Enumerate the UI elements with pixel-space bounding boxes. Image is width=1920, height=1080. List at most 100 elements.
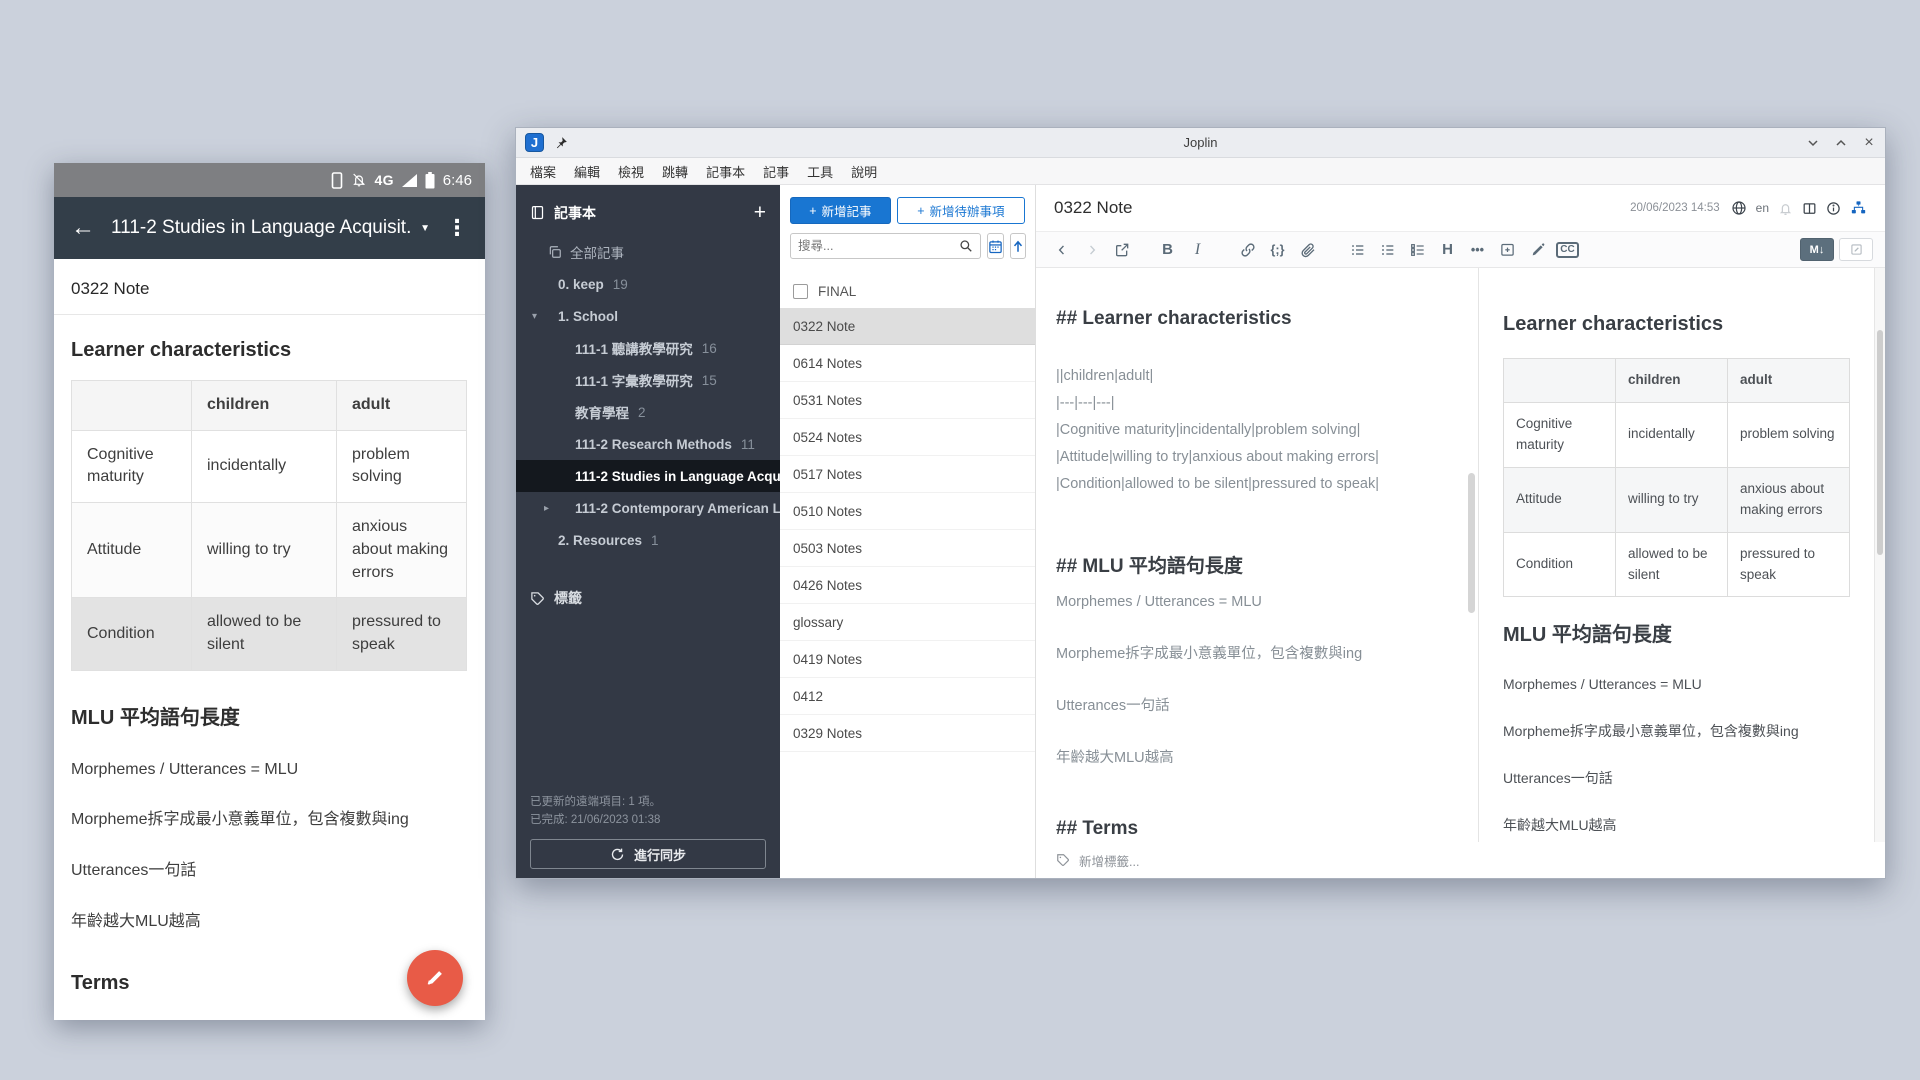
note-list-item[interactable]: glossary (780, 604, 1035, 641)
note-list-item[interactable]: 0517 Notes (780, 456, 1035, 493)
todo-checkbox[interactable] (793, 284, 808, 299)
note-list-item[interactable]: 0426 Notes (780, 567, 1035, 604)
notebook-label: 1. School (558, 309, 618, 324)
table-header-cell: children (1616, 359, 1728, 403)
md-line: |Cognitive maturity|incidentally|problem… (1056, 417, 1454, 444)
menu-view[interactable]: 檢視 (618, 162, 644, 181)
note-list-item-todo[interactable]: FINAL (780, 274, 1035, 308)
new-notebook-button[interactable]: + (754, 202, 766, 223)
note-list-item[interactable]: 0419 Notes (780, 641, 1035, 678)
richtext-editor-toggle[interactable] (1839, 238, 1873, 261)
status-clock: 6:46 (443, 172, 472, 189)
hyperlink-button[interactable] (1234, 237, 1261, 263)
tags-header[interactable]: 標籤 (516, 582, 780, 614)
search-box[interactable] (790, 233, 981, 259)
attach-file-button[interactable] (1294, 237, 1321, 263)
minimize-button[interactable] (1806, 136, 1820, 150)
overflow-menu-icon[interactable]: ⋮ (446, 215, 468, 241)
new-todo-button[interactable]: + 新增待辦事項 (897, 197, 1025, 224)
preview-scrollbar-thumb[interactable] (1877, 330, 1883, 555)
note-count: 2 (638, 405, 646, 420)
toggle-note-date-button[interactable] (987, 233, 1004, 259)
search-input[interactable] (798, 239, 959, 253)
expand-caret-icon[interactable]: ▸ (544, 503, 549, 514)
synchronize-button[interactable]: 進行同步 (530, 839, 766, 869)
edit-note-fab[interactable] (407, 950, 463, 1006)
menu-go[interactable]: 跳轉 (662, 162, 688, 181)
note-list-item[interactable]: 0503 Notes (780, 530, 1035, 567)
sidebar-item-language-acquisition[interactable]: 111-2 Studies in Language Acquis (516, 460, 780, 492)
vibrate-phone-icon (331, 172, 343, 189)
checkbox-list-button[interactable] (1404, 237, 1431, 263)
md-line: Morphemes / Utterances = MLU (1056, 592, 1454, 612)
note-title-input[interactable]: 0322 Note (1054, 198, 1621, 218)
table-cell: allowed to be silent (192, 598, 337, 670)
note-list-item[interactable]: 0322 Note (780, 308, 1035, 345)
menu-note[interactable]: 記事 (763, 162, 789, 181)
note-count: 16 (702, 341, 717, 356)
menu-notebook[interactable]: 記事本 (706, 162, 745, 181)
note-list-item[interactable]: 0524 Notes (780, 419, 1035, 456)
table-cell: problem solving (1728, 402, 1850, 467)
note-list-item[interactable]: 0329 Notes (780, 715, 1035, 752)
italic-button[interactable]: I (1184, 237, 1211, 263)
cc-plugin-button[interactable]: CC (1554, 237, 1581, 263)
note-properties-info-icon[interactable] (1826, 201, 1841, 216)
heading-button[interactable]: H (1434, 237, 1461, 263)
close-button[interactable]: × (1862, 136, 1876, 150)
toggle-layout-icon[interactable] (1802, 201, 1817, 216)
bulleted-list-button[interactable] (1344, 237, 1371, 263)
editor-scrollbar-thumb[interactable] (1468, 473, 1475, 613)
note-list-item[interactable]: 0531 Notes (780, 382, 1035, 419)
menu-tools[interactable]: 工具 (807, 162, 833, 181)
table-row: Condition allowed to be silent pressured… (72, 598, 467, 670)
markdown-editor-toggle[interactable]: M↓ (1800, 238, 1834, 261)
menu-edit[interactable]: 編輯 (574, 162, 600, 181)
note-links-sitemap-icon[interactable] (1850, 200, 1867, 216)
inline-code-button[interactable]: {;} (1264, 237, 1291, 263)
sort-order-button[interactable] (1010, 233, 1026, 259)
bold-button[interactable]: B (1154, 237, 1181, 263)
sidebar-item-keep[interactable]: 0. keep 19 (516, 268, 780, 300)
spellcheck-language-label[interactable]: en (1756, 201, 1769, 215)
notebook-dropdown-caret-icon[interactable]: ▼ (420, 223, 430, 234)
sidebar-item-listening-teaching[interactable]: 111-1 聽講教學研究 16 (516, 332, 780, 364)
insert-datetime-button[interactable] (1494, 237, 1521, 263)
note-title-label: 0524 Notes (793, 430, 862, 445)
menu-help[interactable]: 說明 (851, 162, 877, 181)
note-title-label: 0510 Notes (793, 504, 862, 519)
external-edit-icon[interactable] (1108, 237, 1135, 263)
back-arrow-icon[interactable]: ← (71, 216, 95, 240)
marker-pen-icon[interactable] (1524, 237, 1551, 263)
back-icon[interactable] (1048, 237, 1075, 263)
menu-file[interactable]: 檔案 (530, 162, 556, 181)
markdown-source-editor[interactable]: ## Learner characteristics ||children|ad… (1036, 268, 1479, 842)
sidebar-item-research-methods[interactable]: 111-2 Research Methods 11 (516, 428, 780, 460)
numbered-list-button[interactable] (1374, 237, 1401, 263)
sidebar-item-contemporary-american-lit[interactable]: ▸ 111-2 Contemporary American Lit (516, 492, 780, 524)
sidebar-item-school[interactable]: ▾ 1. School (516, 300, 780, 332)
add-tag-button[interactable]: 新增標籤... (1079, 851, 1139, 870)
maximize-button[interactable] (1834, 136, 1848, 150)
note-list-item[interactable]: 0614 Notes (780, 345, 1035, 382)
note-list-item[interactable]: 0412 (780, 678, 1035, 715)
window-title-bar[interactable]: J Joplin × (516, 128, 1885, 158)
md-line: Utterances一句話 (1056, 696, 1454, 716)
sidebar-item-vocabulary-teaching[interactable]: 111-1 字彙教學研究 15 (516, 364, 780, 396)
notebook-title[interactable]: 111-2 Studies in Language Acquisit... (111, 217, 410, 239)
note-list-item[interactable]: 0510 Notes (780, 493, 1035, 530)
alarm-bell-icon[interactable] (1778, 201, 1793, 216)
preview-scrollbar[interactable] (1874, 268, 1885, 842)
sidebar-item-education-program[interactable]: 教育學程 2 (516, 396, 780, 428)
spellcheck-globe-icon[interactable] (1731, 200, 1747, 216)
sidebar-item-all-notes[interactable]: 全部記事 (516, 236, 780, 268)
sidebar-item-resources[interactable]: 2. Resources 1 (516, 524, 780, 556)
table-cell: Attitude (1504, 467, 1616, 532)
more-formats-button[interactable]: ••• (1464, 237, 1491, 263)
collapse-caret-icon[interactable]: ▾ (532, 311, 537, 322)
sync-status-line2: 已完成: 21/06/2023 01:38 (530, 812, 766, 830)
new-note-button[interactable]: + 新增記事 (790, 197, 891, 224)
mobile-note-title[interactable]: 0322 Note (54, 259, 485, 315)
forward-icon[interactable] (1078, 237, 1105, 263)
preview-paragraph: Morpheme拆字成最小意義單位，包含複數與ing (1503, 721, 1855, 741)
